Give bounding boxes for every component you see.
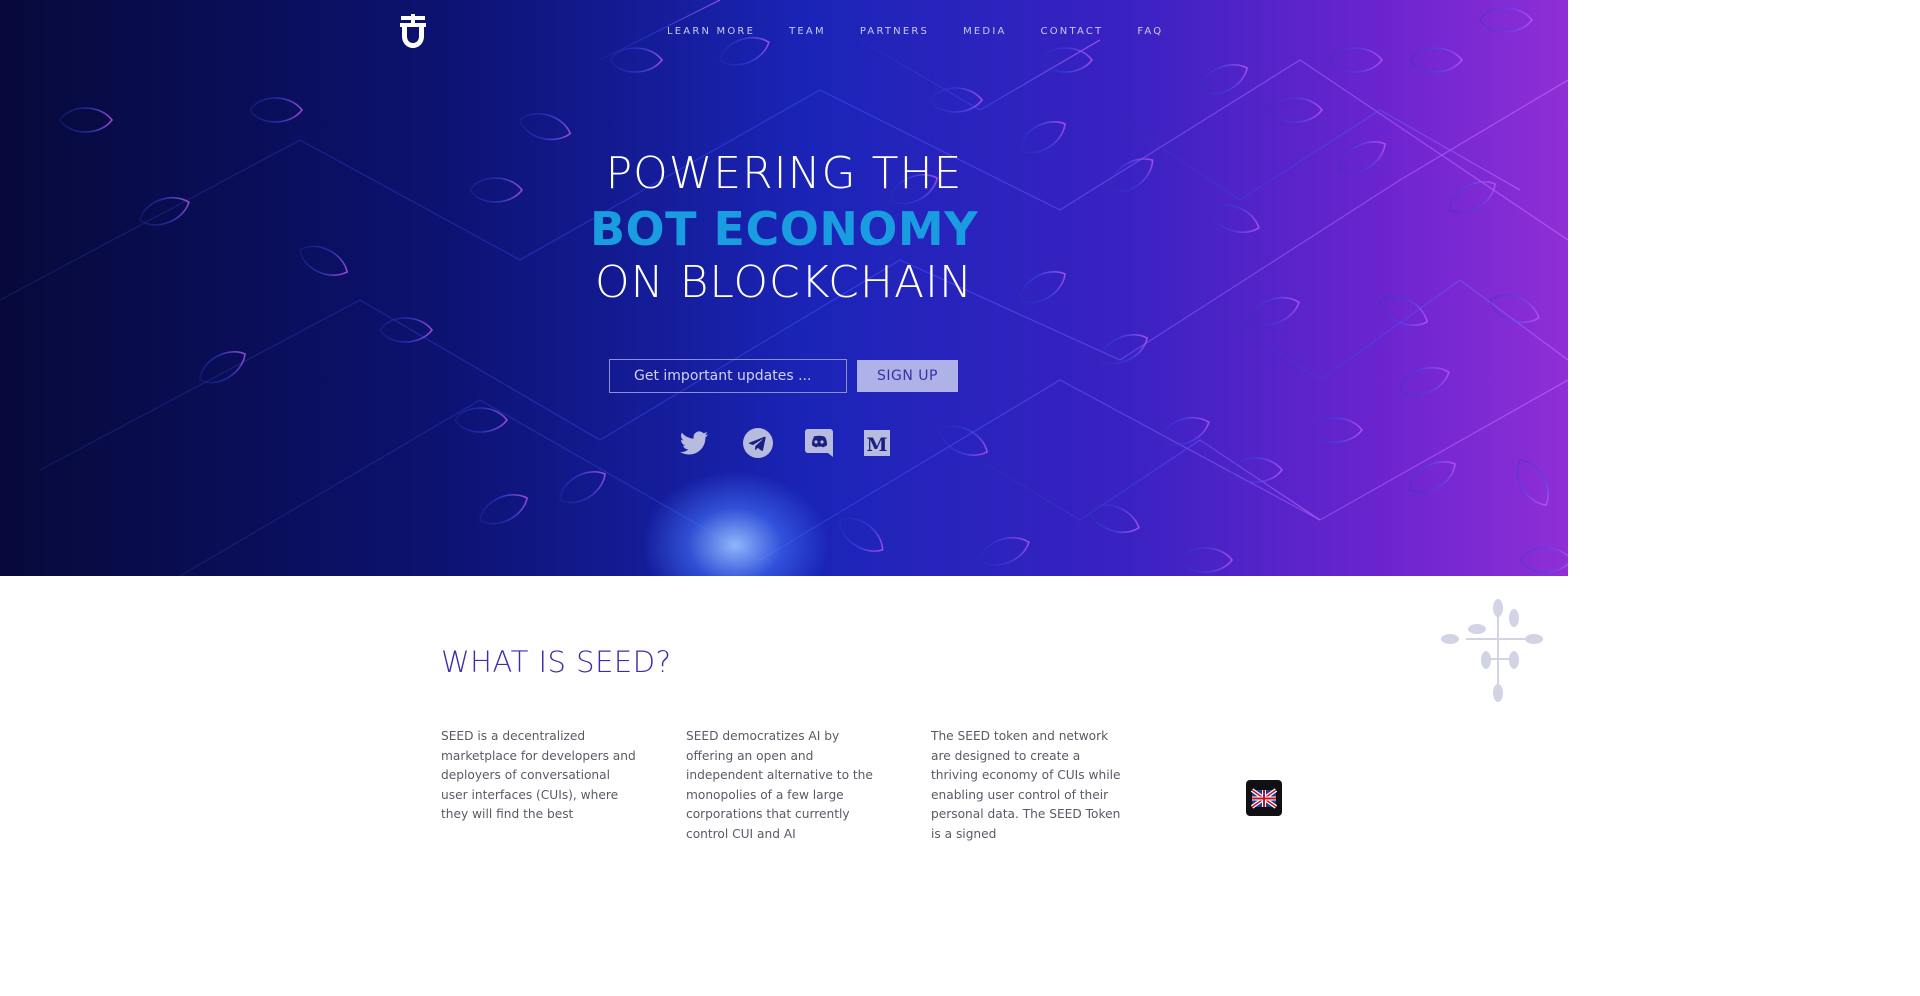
nav-partners[interactable]: PARTNERS [860,26,929,37]
nav-team[interactable]: TEAM [789,26,826,37]
nav-learn-more[interactable]: LEARN MORE [667,26,755,37]
about-column-1: SEED is a decentralized marketplace for … [441,729,636,822]
about-column-3: The SEED token and network are designed … [931,729,1121,841]
nav-faq[interactable]: FAQ [1137,26,1163,37]
headline-line-1: POWERING THE [605,148,963,199]
medium-icon[interactable]: M [861,427,893,459]
discord-icon[interactable] [803,427,835,459]
seed-sprout-decoration [1441,599,1543,702]
seed-logo-icon[interactable] [398,14,428,50]
svg-text:M: M [866,434,887,456]
headline-line-2: BOT ECONOMY [589,202,979,256]
nav-media[interactable]: MEDIA [963,26,1006,37]
uk-flag-icon [1250,788,1278,809]
language-switcher[interactable] [1246,780,1282,816]
section-title: WHAT IS SEED? [441,645,672,679]
twitter-icon[interactable] [678,427,710,459]
email-input[interactable] [609,359,847,393]
nav-contact[interactable]: CONTACT [1041,26,1104,37]
about-column-2: SEED democratizes AI by offering an open… [686,729,873,841]
telegram-icon[interactable] [742,427,774,459]
main-nav: LEARN MORE TEAM PARTNERS MEDIA CONTACT F… [667,26,1163,37]
hero-section: LEARN MORE TEAM PARTNERS MEDIA CONTACT F… [0,0,1568,576]
headline-line-3: ON BLOCKCHAIN [595,257,973,308]
signup-button[interactable]: SIGN UP [857,360,958,392]
